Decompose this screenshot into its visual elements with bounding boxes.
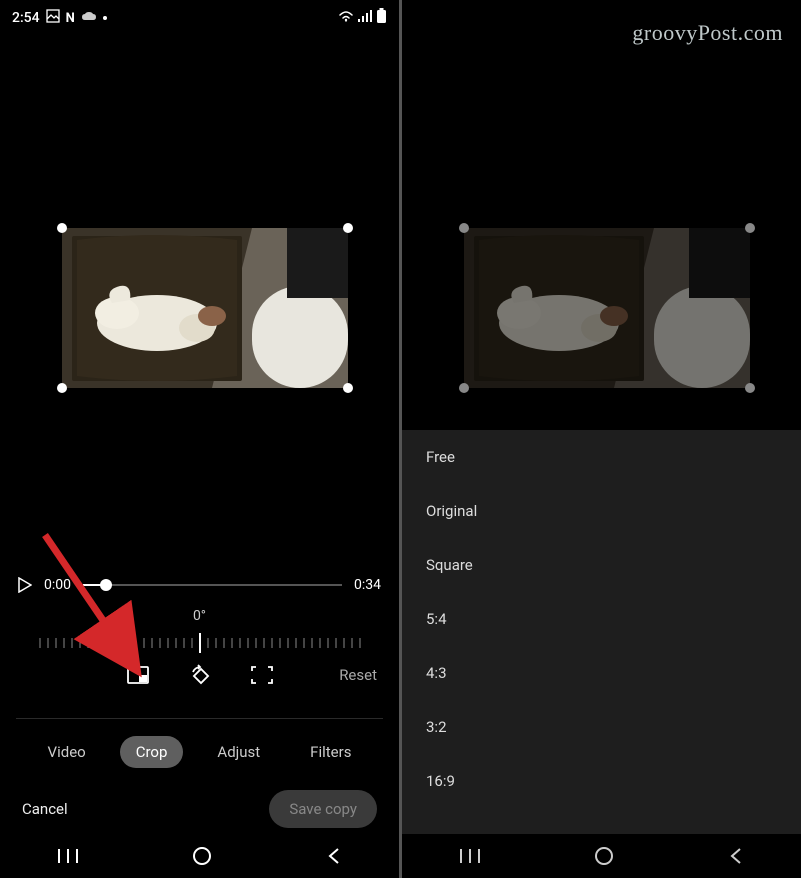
android-navbar-2 (402, 834, 801, 878)
rotation-slider[interactable] (0, 630, 399, 656)
divider (16, 718, 383, 719)
crop-tools-row: Reset (0, 664, 399, 686)
crop-handle-bottom-left-2[interactable] (459, 383, 469, 393)
crop-handle-bottom-left[interactable] (57, 383, 67, 393)
bottom-actions: Cancel Save copy (0, 790, 399, 828)
video-crop-area-2[interactable] (464, 228, 750, 388)
playhead[interactable] (100, 579, 112, 591)
nav-back-icon[interactable] (326, 847, 342, 865)
crop-handle-top-right[interactable] (343, 223, 353, 233)
crop-handle-top-left-2[interactable] (459, 223, 469, 233)
cancel-button[interactable]: Cancel (22, 800, 68, 818)
battery-icon (376, 8, 387, 28)
image-icon (46, 9, 60, 27)
nav-home-icon[interactable] (192, 846, 212, 866)
reset-button[interactable]: Reset (339, 666, 377, 684)
aspect-ratio-list: Free Original Square 5:4 4:3 3:2 16:9 (402, 430, 801, 834)
status-bar: 2:54 N (0, 0, 399, 36)
nav-recents-icon[interactable] (57, 847, 79, 865)
frame-corners-icon[interactable] (251, 666, 273, 684)
signal-icon (358, 10, 372, 26)
tab-crop[interactable]: Crop (120, 736, 184, 768)
netflix-icon: N (66, 11, 75, 26)
tab-video[interactable]: Video (32, 736, 102, 768)
crop-handle-top-left[interactable] (57, 223, 67, 233)
save-copy-button[interactable]: Save copy (269, 790, 377, 828)
video-thumbnail (62, 228, 348, 388)
play-icon[interactable] (18, 577, 32, 593)
screen-crop-editor: 2:54 N (0, 0, 399, 878)
playback-duration: 0:34 (354, 577, 381, 593)
tab-filters[interactable]: Filters (294, 736, 367, 768)
rotation-angle-label: 0° (0, 608, 399, 624)
dot-icon (103, 16, 107, 20)
video-timeline[interactable] (83, 575, 342, 595)
aspect-option-16-9[interactable]: 16:9 (402, 754, 801, 808)
aspect-option-4-3[interactable]: 4:3 (402, 646, 801, 700)
cloud-icon (81, 10, 97, 26)
crop-handle-top-right-2[interactable] (745, 223, 755, 233)
aspect-option-original[interactable]: Original (402, 484, 801, 538)
nav-home-icon-2[interactable] (594, 846, 614, 866)
aspect-option-free[interactable]: Free (402, 430, 801, 484)
aspect-option-5-4[interactable]: 5:4 (402, 592, 801, 646)
watermark-text: groovyPost.com (632, 20, 783, 46)
rotate-icon[interactable] (189, 664, 211, 686)
aspect-ratio-icon[interactable] (127, 666, 149, 684)
video-playbar: 0:00 0:34 (18, 575, 381, 595)
annotation-arrow (40, 530, 150, 680)
dim-overlay (464, 228, 750, 388)
aspect-option-square[interactable]: Square (402, 538, 801, 592)
aspect-option-3-2[interactable]: 3:2 (402, 700, 801, 754)
crop-handle-bottom-right[interactable] (343, 383, 353, 393)
crop-handle-bottom-right-2[interactable] (745, 383, 755, 393)
android-navbar (0, 834, 399, 878)
video-crop-area[interactable] (62, 228, 348, 388)
wifi-icon (338, 10, 354, 26)
rotation-control: 0° (0, 608, 399, 656)
editor-tabs: Video Crop Adjust Filters (0, 736, 399, 768)
nav-back-icon-2[interactable] (728, 847, 744, 865)
nav-recents-icon-2[interactable] (459, 847, 481, 865)
playback-current-time: 0:00 (44, 577, 71, 593)
status-time: 2:54 (12, 10, 40, 26)
tab-adjust[interactable]: Adjust (201, 736, 276, 768)
screen-aspect-ratio-picker: groovyPost.com (402, 0, 801, 878)
